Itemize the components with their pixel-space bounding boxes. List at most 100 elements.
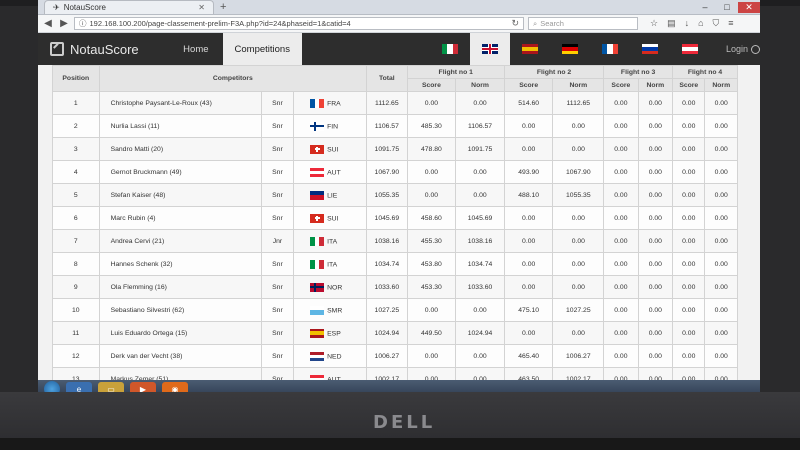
reload-icon[interactable]: ↻ — [511, 18, 519, 29]
browser-tab[interactable]: ✈ NotauScore ✕ — [44, 0, 214, 14]
clipboard-icon[interactable]: ▤ — [667, 18, 676, 29]
cell-name: Hannes Schenk (32) — [98, 252, 262, 276]
home-icon[interactable]: ⌂ — [698, 18, 703, 29]
cell-f4s: 0.00 — [672, 206, 706, 230]
table-row[interactable]: 10 Sebastiano Silvestri (62) Snr SMR 1027.25… — [52, 298, 738, 322]
cell-cat: Snr — [260, 275, 295, 299]
cell-nat: AUT — [293, 160, 368, 184]
nation-code: SMR — [327, 306, 343, 314]
cell-f3s: 0.00 — [603, 137, 639, 161]
german-flag-icon — [561, 44, 578, 54]
table-row[interactable]: 11 Luis Eduardo Ortega (15) Snr ESP 1024.94 4… — [52, 321, 738, 345]
col-total: Total — [366, 65, 408, 92]
cell-f3n: 0.00 — [637, 298, 674, 322]
language-option-2[interactable] — [510, 33, 550, 65]
login-link[interactable]: Login — [726, 44, 760, 54]
cell-f3n: 0.00 — [637, 275, 674, 299]
language-option-5[interactable] — [630, 33, 670, 65]
cell-name: Marc Rubin (4) — [98, 206, 262, 230]
nation-code: FRA — [327, 99, 341, 107]
cell-name: Sandro Matti (20) — [98, 137, 262, 161]
russian-flag-icon — [641, 44, 658, 54]
cell-total: 1067.90 — [366, 160, 408, 184]
cell-total: 1027.25 — [366, 298, 408, 322]
cell-total: 1106.57 — [366, 114, 408, 138]
minimize-icon[interactable]: – — [694, 2, 716, 13]
cell-nat: SUI — [293, 137, 368, 161]
app-header: NotauScore Home Competitions Login — [38, 33, 760, 65]
table-row[interactable]: 5 Stefan Kaiser (48) Snr LIE 1055.35 0.00 0.00… — [52, 183, 738, 207]
table-row[interactable]: 1 Christophe Paysant-Le-Roux (43) Snr FRA 11… — [52, 91, 738, 115]
table-row[interactable]: 3 Sandro Matti (20) Snr SUI 1091.75 478.80 109… — [52, 137, 738, 161]
col-f1-norm: Norm — [455, 78, 505, 92]
cell-f3s: 0.00 — [603, 114, 639, 138]
cell-pos: 2 — [52, 114, 100, 138]
cell-f1s: 0.00 — [406, 183, 457, 207]
cell-f2s: 488.10 — [503, 183, 554, 207]
results-table: Position Competitors Total Flight no 1 F… — [52, 65, 738, 391]
cell-total: 1055.35 — [366, 183, 408, 207]
table-row[interactable]: 2 Nurlia Lassi (11) Snr FIN 1106.57 485.30 110… — [52, 114, 738, 138]
cell-f2s: 493.90 — [503, 160, 554, 184]
cell-name: Sebastiano Silvestri (62) — [98, 298, 262, 322]
cell-f1n: 0.00 — [455, 160, 505, 184]
table-row[interactable]: 12 Derk van der Vecht (38) Snr NED 1006.27 0.… — [52, 344, 738, 368]
table-row[interactable]: 9 Ola Flemming (16) Snr NOR 1033.60 453.30 103… — [52, 275, 738, 299]
language-option-6[interactable] — [670, 33, 710, 65]
cell-name: Nurlia Lassi (11) — [98, 114, 262, 138]
cell-f3n: 0.00 — [637, 114, 674, 138]
menu-icon[interactable]: ≡ — [728, 18, 733, 29]
download-icon[interactable]: ↓ — [685, 18, 690, 29]
cell-pos: 7 — [52, 229, 100, 253]
cell-f4s: 0.00 — [672, 344, 706, 368]
table-row[interactable]: 7 Andrea Cervi (21) Jnr ITA 1038.16 455.30 103… — [52, 229, 738, 253]
language-option-0[interactable] — [430, 33, 470, 65]
cell-f3n: 0.00 — [637, 252, 674, 276]
nav-home[interactable]: Home — [173, 33, 218, 65]
new-tab-button[interactable]: + — [220, 1, 226, 13]
cell-f2s: 0.00 — [503, 206, 554, 230]
cell-f4n: 0.00 — [704, 206, 738, 230]
language-option-4[interactable] — [590, 33, 630, 65]
col-f4-norm: Norm — [704, 78, 738, 92]
shield-icon[interactable]: ⛉ — [713, 18, 720, 29]
cell-f1s: 0.00 — [406, 298, 457, 322]
back-icon[interactable]: ◀ — [42, 18, 54, 29]
cell-f1n: 1034.74 — [455, 252, 505, 276]
cell-pos: 10 — [52, 298, 100, 322]
cell-f2n: 1027.25 — [552, 298, 605, 322]
cell-name: Ola Flemming (16) — [98, 275, 262, 299]
url-bar[interactable]: ⓘ 192.168.100.200/page-classement-prelim… — [74, 17, 524, 30]
table-row[interactable]: 8 Hannes Schenk (32) Snr ITA 1034.74 453.80 10… — [52, 252, 738, 276]
cell-f1n: 1045.69 — [455, 206, 505, 230]
cell-cat: Snr — [260, 91, 295, 115]
aut-flag-icon — [310, 167, 325, 177]
search-bar[interactable]: ⌕ Search — [528, 17, 638, 30]
cell-f2n: 0.00 — [552, 114, 605, 138]
forward-icon[interactable]: ▶ — [58, 18, 70, 29]
cell-name: Christophe Paysant-Le-Roux (43) — [98, 91, 262, 115]
cell-f1s: 478.80 — [406, 137, 457, 161]
cell-f4n: 0.00 — [704, 114, 738, 138]
results-content: Position Competitors Total Flight no 1 F… — [38, 65, 760, 398]
cell-f4n: 0.00 — [704, 137, 738, 161]
brand[interactable]: NotauScore — [38, 42, 173, 57]
language-option-1[interactable] — [469, 33, 510, 65]
tab-close-icon[interactable]: ✕ — [198, 3, 205, 12]
nav-competitions[interactable]: Competitions — [222, 33, 302, 65]
cell-nat: FIN — [293, 114, 368, 138]
cell-f2n: 0.00 — [552, 252, 605, 276]
close-window-icon[interactable]: ✕ — [738, 1, 760, 13]
col-f3-score: Score — [603, 78, 639, 92]
language-option-3[interactable] — [550, 33, 590, 65]
fra-flag-icon — [310, 98, 325, 108]
cell-f4n: 0.00 — [704, 91, 738, 115]
brand-name: NotauScore — [70, 41, 139, 57]
cell-name: Stefan Kaiser (48) — [98, 183, 262, 207]
maximize-icon[interactable]: □ — [716, 2, 738, 13]
bookmark-star-icon[interactable]: ☆ — [650, 18, 658, 29]
table-row[interactable]: 4 Gernot Bruckmann (49) Snr AUT 1067.90 0.00 0… — [52, 160, 738, 184]
table-row[interactable]: 6 Marc Rubin (4) Snr SUI 1045.69 458.60 1045.6… — [52, 206, 738, 230]
cell-f2n: 0.00 — [552, 275, 605, 299]
cell-f1s: 0.00 — [406, 344, 457, 368]
